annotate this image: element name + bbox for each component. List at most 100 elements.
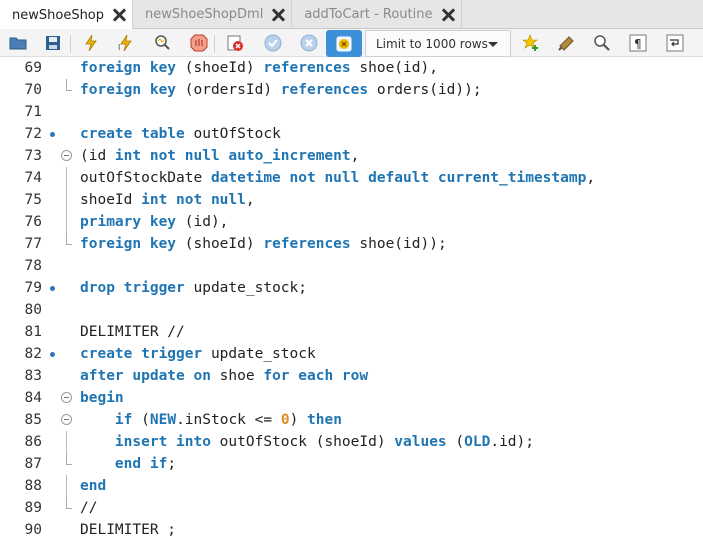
close-icon[interactable] <box>271 8 285 22</box>
code-line[interactable]: 78 <box>0 255 703 277</box>
code-line[interactable]: 80 <box>0 299 703 321</box>
fold-toggle-icon[interactable] <box>61 414 72 425</box>
commit-icon[interactable] <box>262 32 284 54</box>
autocommit-toggle-icon[interactable] <box>326 30 362 57</box>
sql-keyword: foreign key <box>80 82 177 98</box>
toggle-continue-on-error-icon[interactable] <box>224 32 246 54</box>
code-text: foreign key (shoeId) references shoe(id)… <box>80 57 438 79</box>
invisible-chars-icon[interactable]: ¶ <box>627 32 649 54</box>
line-number: 82 <box>24 346 42 362</box>
tab-label: newShoeShop <box>12 7 105 23</box>
code-line[interactable]: 81 DELIMITER // <box>0 321 703 343</box>
sql-keyword: foreign key <box>80 60 177 76</box>
code-text: if (NEW.inStock <= 0) then <box>80 409 342 431</box>
rollback-icon[interactable] <box>298 32 320 54</box>
limit-rows-dropdown[interactable]: Limit to 1000 rows <box>365 30 511 57</box>
code-line[interactable]: 77 foreign key (shoeId) references shoe(i… <box>0 233 703 255</box>
svg-text:I: I <box>118 43 120 52</box>
editor-tab-bar: newShoeShop newShoeShopDml addToCart - R… <box>0 0 703 30</box>
line-number: 71 <box>24 104 42 120</box>
fold-toggle-icon[interactable] <box>61 150 72 161</box>
execute-current-icon[interactable]: I <box>115 32 137 54</box>
tab-newshoeshopdml[interactable]: newShoeShopDml <box>133 0 293 29</box>
close-icon[interactable] <box>441 8 455 22</box>
line-number: 75 <box>24 192 42 208</box>
code-line[interactable]: 85 if (NEW.inStock <= 0) then <box>0 409 703 431</box>
code-text: end if; <box>80 453 176 475</box>
code-line[interactable]: 79 drop trigger update_stock; <box>0 277 703 299</box>
sql-text: (id <box>80 148 115 164</box>
code-text: end <box>80 475 106 497</box>
wrap-lines-icon[interactable] <box>664 32 686 54</box>
open-folder-icon[interactable] <box>7 32 29 54</box>
code-line[interactable]: 74 outOfStockDate datetime not null defau… <box>0 167 703 189</box>
tab-label: newShoeShopDml <box>145 7 264 22</box>
sql-keyword: insert into <box>114 434 211 450</box>
code-line[interactable]: 75 shoeId int not null, <box>0 189 703 211</box>
sql-code-editor[interactable]: 69 foreign key (shoeId) references shoe(i… <box>0 57 703 545</box>
sql-text: (shoeId) <box>176 236 264 252</box>
line-number: 87 <box>24 456 42 472</box>
line-number: 84 <box>24 390 42 406</box>
code-line[interactable]: 86 insert into outOfStock (shoeId) value… <box>0 431 703 453</box>
line-number: 89 <box>24 500 42 516</box>
line-number: 73 <box>24 148 42 164</box>
code-line[interactable]: 90 DELIMITER ; <box>0 519 703 541</box>
sql-keyword: values <box>394 434 447 450</box>
beautify-icon[interactable] <box>556 32 578 54</box>
line-number: 74 <box>24 170 42 186</box>
explain-icon[interactable] <box>151 32 173 54</box>
sql-keyword: if <box>114 412 133 428</box>
sql-keyword: references <box>263 236 351 252</box>
sql-text: ( <box>132 412 150 428</box>
close-icon[interactable] <box>112 8 126 22</box>
code-line[interactable]: 76 primary key (id), <box>0 211 703 233</box>
sql-keyword: primary key <box>80 214 177 230</box>
statement-marker-icon <box>50 286 55 291</box>
add-snippet-icon[interactable] <box>520 32 542 54</box>
sql-keyword: begin <box>80 390 124 406</box>
code-line[interactable]: 72 create table outOfStock <box>0 123 703 145</box>
sql-keyword: then <box>307 412 342 428</box>
fold-guide <box>66 211 67 233</box>
tab-addtocart-routine[interactable]: addToCart - Routine <box>292 0 462 29</box>
code-text: drop trigger update_stock; <box>80 277 307 299</box>
sql-text: outOfStockDate <box>80 170 211 186</box>
code-text: DELIMITER ; <box>80 519 176 541</box>
code-line[interactable]: 89 // <box>0 497 703 519</box>
code-line[interactable]: 82 create trigger update_stock <box>0 343 703 365</box>
tab-newshoeshop[interactable]: newShoeShop <box>0 0 134 30</box>
code-text: primary key (id), <box>80 211 228 233</box>
code-line[interactable]: 73 (id int not null auto_increment, <box>0 145 703 167</box>
fold-end-marker <box>66 233 72 245</box>
code-line[interactable]: 71 <box>0 101 703 123</box>
stop-icon[interactable] <box>188 32 210 54</box>
fold-toggle-icon[interactable] <box>61 392 72 403</box>
fold-guide <box>66 167 67 189</box>
code-line[interactable]: 69 foreign key (shoeId) references shoe(i… <box>0 57 703 79</box>
sql-text: outOfStock (shoeId) <box>210 434 395 450</box>
sql-text: , <box>245 192 255 208</box>
code-line[interactable]: 70 foreign key (ordersId) references orde… <box>0 79 703 101</box>
sql-text: shoe <box>210 368 264 384</box>
sql-keyword: create table <box>80 126 185 142</box>
sql-keyword: int not null <box>141 192 246 208</box>
code-line[interactable]: 87 end if; <box>0 453 703 475</box>
chevron-down-icon <box>488 42 498 47</box>
line-number: 81 <box>24 324 42 340</box>
code-text: outOfStockDate datetime not null default… <box>80 167 595 189</box>
sql-keyword: datetime not null default current_timest… <box>210 170 587 186</box>
sql-text: orders(id)); <box>368 82 482 98</box>
code-line[interactable]: 83 after update on shoe for each row <box>0 365 703 387</box>
code-line[interactable]: 84 begin <box>0 387 703 409</box>
find-icon[interactable] <box>591 32 613 54</box>
code-text: create table outOfStock <box>80 123 281 145</box>
execute-icon[interactable] <box>80 32 102 54</box>
fold-end-marker <box>66 79 72 91</box>
code-line[interactable]: 88 end <box>0 475 703 497</box>
sql-text: .inStock <= <box>176 412 281 428</box>
save-icon[interactable] <box>42 32 64 54</box>
sql-text: .id); <box>490 434 534 450</box>
